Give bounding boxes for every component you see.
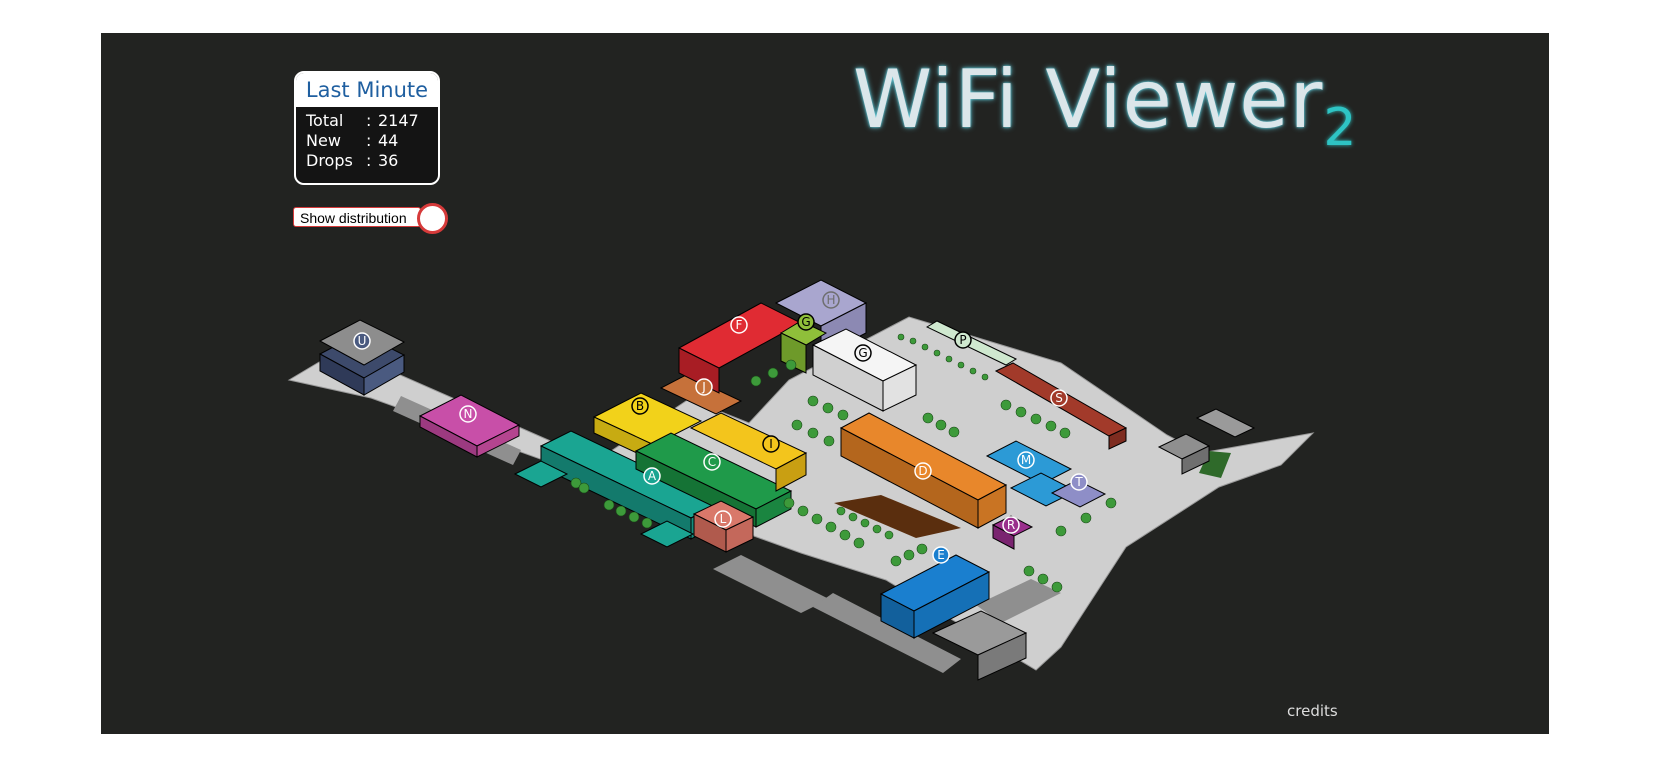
label-i: I <box>769 437 773 451</box>
last-minute-panel: Last Minute Total:2147 New:44 Drops:36 <box>294 71 440 185</box>
show-distribution-toggle[interactable]: Show distribution <box>293 203 448 234</box>
stat-total-label: Total <box>306 111 344 130</box>
stat-new: New:44 <box>306 131 438 151</box>
label-n: N <box>464 407 473 421</box>
stat-drops: Drops:36 <box>306 151 438 171</box>
label-j: J <box>701 380 706 394</box>
stat-new-value: 44 <box>378 131 399 150</box>
stat-drops-sep: : <box>366 151 372 170</box>
label-h: H <box>826 293 835 307</box>
stat-new-sep: : <box>366 131 372 150</box>
app-title-text: WiFi Viewer <box>853 53 1324 146</box>
label-d: D <box>918 464 927 478</box>
label-c: C <box>708 455 716 469</box>
label-l: L <box>720 512 727 526</box>
label-u: U <box>358 334 367 348</box>
stat-total-value: 2147 <box>378 111 419 130</box>
label-r: R <box>1007 518 1015 532</box>
app-title: WiFi Viewer2 <box>853 53 1357 158</box>
stat-new-label: New <box>306 131 341 150</box>
credits-link[interactable]: credits <box>1287 702 1338 720</box>
stat-total: Total:2147 <box>306 111 438 131</box>
stat-drops-value: 36 <box>378 151 399 170</box>
label-g-white: G <box>858 346 867 360</box>
label-t: T <box>1074 475 1083 489</box>
last-minute-title: Last Minute <box>296 73 438 107</box>
label-s: S <box>1055 391 1063 405</box>
stat-drops-label: Drops <box>306 151 353 170</box>
toggle-knob[interactable] <box>417 203 448 234</box>
label-p: P <box>959 333 966 347</box>
label-g-green: G <box>801 315 810 329</box>
app-canvas: U N A B C D E F G G H I J L M P R S T La… <box>101 33 1549 734</box>
stat-total-sep: : <box>366 111 372 130</box>
label-m: M <box>1021 453 1031 467</box>
label-e: E <box>937 548 945 562</box>
label-a: A <box>648 469 657 483</box>
app-title-subscript: 2 <box>1323 98 1358 158</box>
label-b: B <box>636 399 644 413</box>
label-f: F <box>736 318 743 332</box>
show-distribution-label[interactable]: Show distribution <box>293 207 421 227</box>
